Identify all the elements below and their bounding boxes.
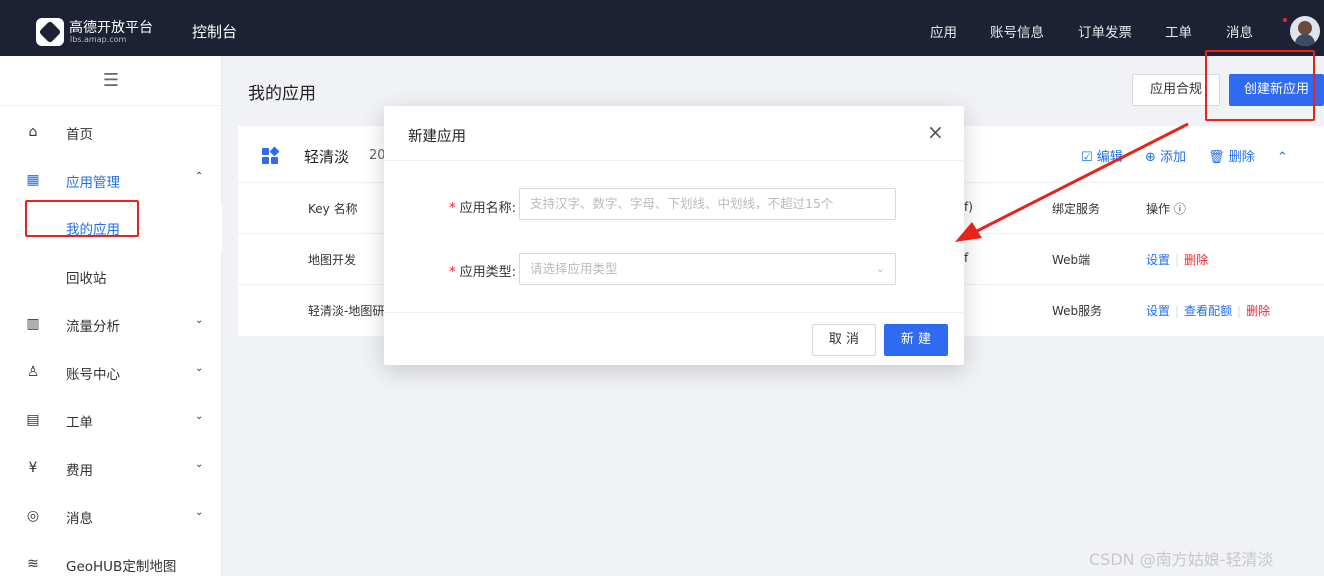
sidebar-item-recycle-bin[interactable]: 回收站	[0, 252, 222, 300]
logo-subtitle: lbs.amap.com	[70, 35, 127, 44]
sidebar-item-messages[interactable]: ◎ 消息 ⌄	[0, 492, 222, 540]
nav-tickets[interactable]: 工单	[1165, 21, 1192, 41]
sidebar-item-label: 工单	[66, 415, 93, 431]
app-grid-icon	[262, 146, 280, 164]
app-type-label: * 应用类型:	[449, 265, 516, 280]
close-icon[interactable]: ×	[927, 122, 944, 142]
nav-messages[interactable]: 消息	[1226, 21, 1253, 41]
chevron-down-icon: ⌄	[875, 262, 885, 275]
key-service: Web端	[1052, 253, 1091, 267]
header-service: 绑定服务	[1052, 202, 1101, 216]
user-icon: ♙	[26, 364, 40, 380]
watermark: CSDN @南方姑娘-轻清淡	[1089, 550, 1274, 569]
sidebar: ☰ ⌂ 首页 ▦ 应用管理 ⌃ 我的应用 回收站 ▥ 流量分析 ⌄ ♙ 账号中心…	[0, 56, 222, 576]
user-avatar[interactable]	[1290, 16, 1320, 46]
dialog-footer-divider	[384, 312, 964, 313]
app-type-placeholder: 请选择应用类型	[530, 261, 618, 276]
view-quota-link[interactable]: 查看配额	[1184, 304, 1232, 318]
app-type-select[interactable]: 请选择应用类型 ⌄	[519, 253, 896, 285]
delete-link[interactable]: 删除	[1246, 304, 1270, 318]
sidebar-item-traffic-analysis[interactable]: ▥ 流量分析 ⌄	[0, 300, 222, 348]
sidebar-item-label: GeoHUB定制地图	[66, 559, 177, 575]
required-mark: *	[449, 265, 456, 280]
collapse-icon[interactable]: ⌃	[1277, 150, 1288, 165]
header-ops: 操作 ⓘ	[1146, 202, 1186, 216]
add-key-button[interactable]: ⊕ 添加	[1145, 150, 1186, 165]
home-icon: ⌂	[28, 124, 38, 140]
sidebar-item-account-center[interactable]: ♙ 账号中心 ⌄	[0, 348, 222, 396]
dialog-title: 新建应用	[408, 129, 466, 145]
layers-icon: ≋	[27, 556, 39, 572]
card-actions: ☑ 编辑 ⊕ 添加 🗑 删除 ⌃	[1081, 146, 1306, 165]
console-link[interactable]: 控制台	[192, 21, 237, 42]
sidebar-item-label: 费用	[66, 463, 93, 479]
sidebar-item-label: 账号中心	[66, 367, 120, 383]
chevron-down-icon: ⌄	[195, 411, 204, 422]
key-name: 轻清淡-地图研	[308, 304, 385, 318]
settings-link[interactable]: 设置	[1146, 253, 1170, 267]
chevron-down-icon: ⌄	[195, 363, 204, 374]
sidebar-item-home[interactable]: ⌂ 首页	[0, 108, 222, 156]
chevron-up-icon: ⌃	[195, 171, 204, 182]
annotation-box-create-button	[1205, 50, 1315, 121]
menu-toggle-icon[interactable]: ☰	[0, 56, 222, 106]
cancel-button[interactable]: 取 消	[812, 324, 876, 356]
header-key-name: Key 名称	[308, 202, 358, 216]
delete-link[interactable]: 删除	[1184, 253, 1208, 267]
ticket-icon: ▤	[26, 412, 40, 428]
sidebar-item-tickets[interactable]: ▤ 工单 ⌄	[0, 396, 222, 444]
key-ops: 设置 | 删除	[1146, 253, 1209, 267]
app-name: 轻清淡	[304, 148, 350, 166]
sidebar-item-geohub[interactable]: ≋ GeoHUB定制地图	[0, 540, 222, 576]
chevron-down-icon: ⌄	[195, 459, 204, 470]
chart-icon: ▥	[26, 316, 40, 332]
sidebar-item-app-management[interactable]: ▦ 应用管理 ⌃	[0, 156, 222, 204]
key-service: Web服务	[1052, 304, 1103, 318]
page-title: 我的应用	[248, 84, 316, 104]
sidebar-item-label: 回收站	[66, 271, 107, 287]
required-mark: *	[449, 201, 456, 216]
sidebar-item-label: 流量分析	[66, 319, 120, 335]
nav-apps[interactable]: 应用	[930, 21, 957, 41]
sidebar-item-label: 应用管理	[66, 175, 120, 191]
nav-invoices[interactable]: 订单发票	[1078, 21, 1132, 41]
amap-logo[interactable]: 高德开放平台 lbs.amap.com	[36, 16, 168, 50]
settings-link[interactable]: 设置	[1146, 304, 1170, 318]
annotation-box-my-apps	[25, 200, 139, 237]
key-ops: 设置 | 查看配额 | 删除	[1146, 304, 1271, 318]
grid-icon: ▦	[26, 172, 40, 188]
yuan-icon: ¥	[28, 460, 38, 476]
logo-title: 高德开放平台	[69, 20, 153, 36]
create-button[interactable]: 新 建	[884, 324, 948, 356]
sidebar-item-label: 首页	[66, 127, 93, 143]
chevron-down-icon: ⌄	[195, 315, 204, 326]
delete-app-button[interactable]: 🗑 删除	[1208, 150, 1255, 165]
chevron-down-icon: ⌄	[195, 507, 204, 518]
sidebar-item-label: 消息	[66, 511, 93, 527]
message-icon: ◎	[26, 508, 40, 524]
top-navbar: 高德开放平台 lbs.amap.com 控制台 应用 账号信息 订单发票 工单 …	[0, 0, 1324, 56]
dialog-divider	[384, 160, 964, 161]
key-partial: f	[964, 251, 969, 265]
amap-logo-icon	[36, 18, 64, 46]
sidebar-item-billing[interactable]: ¥ 费用 ⌄	[0, 444, 222, 492]
message-badge-dot	[1283, 18, 1287, 22]
new-app-dialog: 新建应用 × * 应用名称: 支持汉字、数字、字母、下划线、中划线，不超过15个 …	[384, 106, 964, 365]
edit-button[interactable]: ☑ 编辑	[1081, 150, 1123, 165]
nav-account-info[interactable]: 账号信息	[990, 21, 1044, 41]
key-name: 地图开发	[308, 253, 357, 267]
app-name-label: * 应用名称:	[449, 201, 516, 216]
app-name-input[interactable]: 支持汉字、数字、字母、下划线、中划线，不超过15个	[519, 188, 896, 220]
header-partial: f)	[964, 200, 973, 214]
